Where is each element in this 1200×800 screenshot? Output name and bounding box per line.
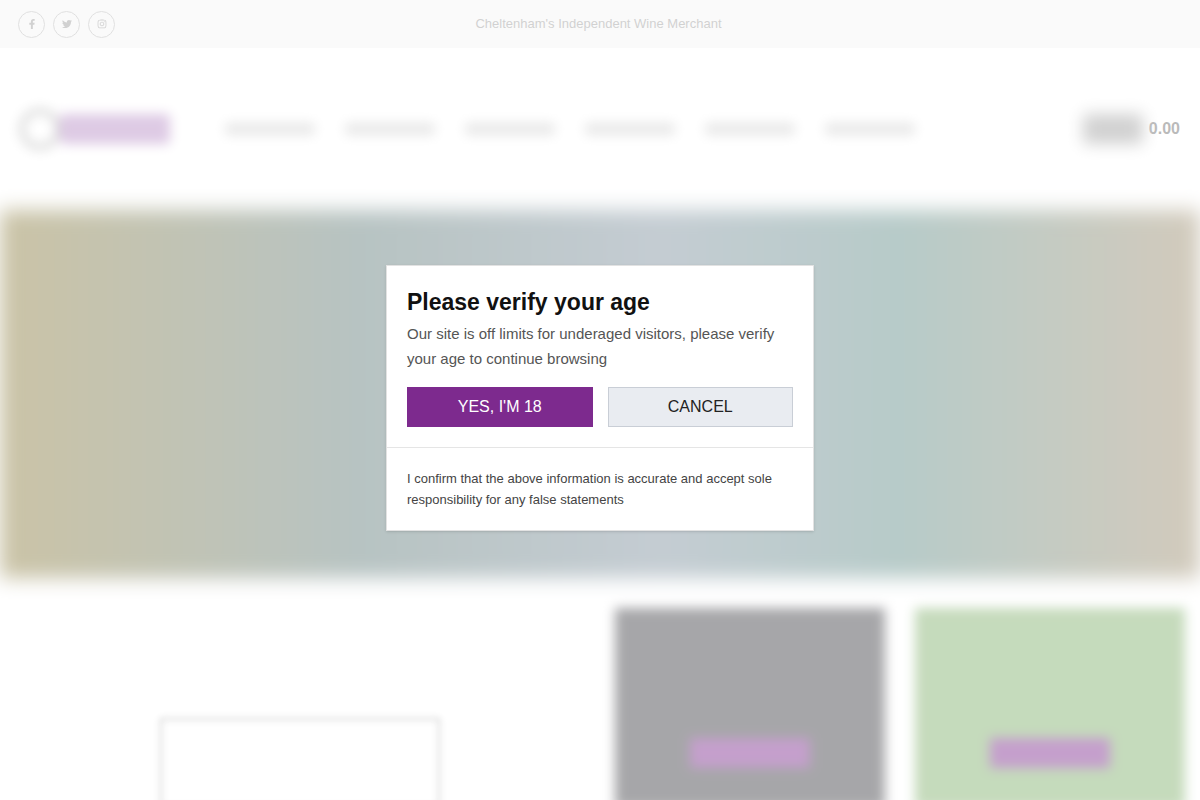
age-verification-modal: Please verify your ageOur site is off li…	[386, 265, 814, 531]
modal-backdrop: Please verify your ageOur site is off li…	[0, 0, 1200, 800]
cancel-button[interactable]: CANCEL	[608, 387, 794, 427]
modal-message: Our site is off limits for underaged vis…	[407, 321, 793, 371]
modal-disclaimer: I confirm that the above information is …	[407, 468, 793, 510]
page: Cheltenham's Independent Wine Merchant0.…	[0, 0, 1200, 800]
modal-title: Please verify your age	[407, 286, 793, 318]
confirm-button[interactable]: YES, I'M 18	[407, 387, 593, 427]
